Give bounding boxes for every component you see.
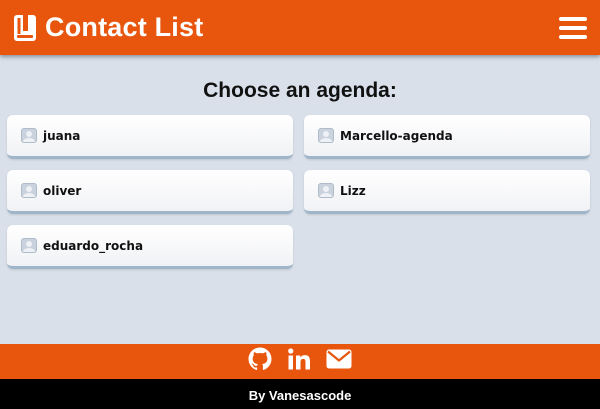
credits: By Vanesascode xyxy=(0,379,600,409)
navbar: Contact List xyxy=(0,0,600,55)
user-avatar-icon xyxy=(21,128,37,143)
agenda-name: oliver xyxy=(43,183,82,198)
agenda-name: eduardo_rocha xyxy=(43,238,144,253)
github-icon[interactable] xyxy=(248,347,272,376)
agenda-card-oliver[interactable]: oliver xyxy=(7,170,293,214)
hamburger-menu-icon[interactable] xyxy=(559,16,587,39)
agenda-name: Marcello-agenda xyxy=(340,128,453,143)
brand[interactable]: Contact List xyxy=(13,12,203,43)
footer-links xyxy=(0,344,600,379)
page-heading: Choose an agenda: xyxy=(203,79,397,102)
linkedin-icon[interactable] xyxy=(288,348,310,375)
agenda-card-marcello-agenda[interactable]: Marcello-agenda xyxy=(304,115,590,159)
agenda-card-lizz[interactable]: Lizz xyxy=(304,170,590,214)
app-title: Contact List xyxy=(45,12,204,42)
user-avatar-icon xyxy=(21,238,37,253)
user-avatar-icon xyxy=(318,183,334,198)
envelope-icon[interactable] xyxy=(326,349,352,374)
agenda-name: Lizz xyxy=(340,183,366,198)
address-book-icon xyxy=(14,14,36,41)
agenda-card-juana[interactable]: juana xyxy=(7,115,293,159)
agenda-card-eduardo-rocha[interactable]: eduardo_rocha xyxy=(7,225,293,269)
agenda-name: juana xyxy=(43,128,81,143)
user-avatar-icon xyxy=(318,128,334,143)
user-avatar-icon xyxy=(21,183,37,198)
